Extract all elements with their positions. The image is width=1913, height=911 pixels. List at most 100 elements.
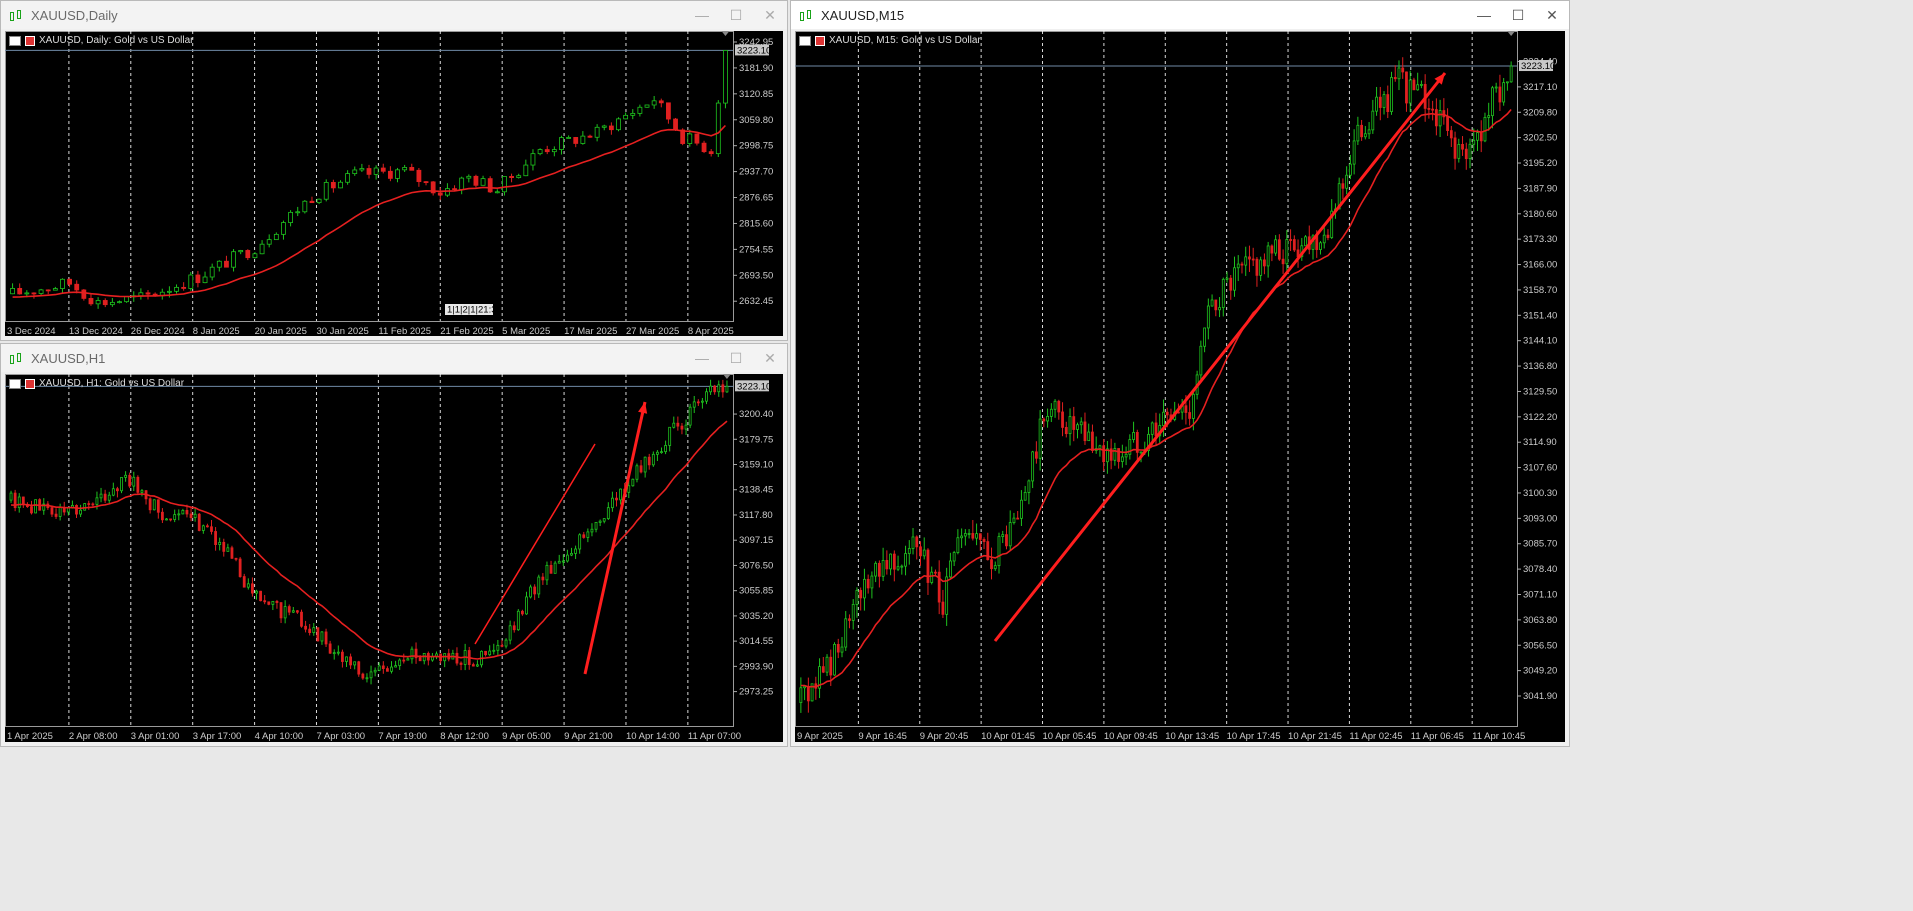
x-tick-label: 10 Apr 13:45 [1165,731,1219,742]
maximize-button[interactable]: ☐ [719,1,753,29]
candle [594,521,598,530]
candle [551,149,557,153]
maximize-button[interactable]: ☐ [1501,1,1535,29]
candle [709,385,712,393]
candle [109,301,115,306]
candle [165,518,168,521]
candle [1491,87,1494,117]
candle [1412,79,1416,91]
candle [836,644,840,653]
candle [99,493,103,499]
candle [283,606,287,619]
candle [848,618,851,621]
candle [631,478,635,487]
m15-window-titlebar[interactable]: XAUUSD,M15 — ☐ ✕ [791,1,1569,29]
candle [1098,445,1102,449]
x-tick-label: 10 Apr 05:45 [1043,731,1097,742]
close-button[interactable]: ✕ [1535,1,1569,29]
daily-window-titlebar[interactable]: XAUUSD,Daily — ☐ ✕ [1,1,787,29]
candle [398,659,402,667]
y-tick-label: 3014.55 [739,636,773,647]
candle [281,222,286,235]
candle [1162,411,1165,426]
candle [494,191,500,194]
minimize-button[interactable]: — [1467,1,1501,29]
candle [1367,129,1371,135]
y-tick-label: 3055.85 [739,586,773,597]
candle [161,511,164,521]
candle [1401,67,1405,73]
candle [694,133,700,144]
x-tick-label: 8 Apr 12:00 [440,731,489,742]
x-tick-label: 3 Apr 17:00 [193,731,242,742]
candle [559,137,564,150]
candle [210,526,213,532]
symbol-label-text: XAUUSD, M15: Gold vs US Dollar [829,35,981,46]
candle [79,509,82,515]
candle [1120,456,1124,462]
candle [1229,277,1233,291]
x-tick-label: 30 Jan 2025 [316,326,368,336]
candle [1034,451,1038,459]
maximize-button[interactable]: ☐ [719,344,753,372]
candle [1420,84,1423,86]
candle [1053,400,1057,410]
candle [300,611,303,627]
candle [500,644,504,647]
candle [537,149,543,155]
minimize-button[interactable]: — [685,344,719,372]
candle [1509,65,1513,83]
candle [1416,84,1420,91]
price-tag: 3223.10 [1521,61,1555,72]
candle [840,646,844,653]
daily-chart[interactable]: 3 Dec 2024 13 Dec 2024 26 Dec 2024 8 Jan 20… [5,31,783,336]
candle [395,169,400,179]
candle [658,100,664,104]
candle [544,149,550,153]
candle [201,525,205,531]
candle [664,445,667,453]
candle [402,659,406,662]
daily-chart-window[interactable]: XAUUSD,Daily — ☐ ✕ 3 Dec 2024 13 Dec 2024… [0,0,788,341]
y-tick-label: 3200.40 [739,409,773,420]
h1-window-titlebar[interactable]: XAUUSD,H1 — ☐ ✕ [1,344,787,372]
candle [357,661,361,675]
daily-chart-area[interactable]: 3 Dec 2024 13 Dec 2024 26 Dec 2024 8 Jan 20… [5,31,783,336]
candle [978,533,982,540]
candle [922,549,926,557]
m15-chart[interactable]: 9 Apr 2025 9 Apr 16:45 9 Apr 20:45 10 Apr 0… [795,31,1565,742]
close-button[interactable]: ✕ [753,344,787,372]
candle [1483,117,1487,142]
candle [1259,259,1263,276]
candle [855,590,859,605]
y-tick-label: 3041.90 [1523,691,1557,702]
h1-chart-window[interactable]: XAUUSD,H1 — ☐ ✕ 1 Apr 2025 2 Apr 08:00 3 A… [0,343,788,747]
m15-chart-area[interactable]: 9 Apr 2025 9 Apr 16:45 9 Apr 20:45 10 Apr 0… [795,31,1565,742]
candle [140,490,144,493]
h1-chart-area[interactable]: 1 Apr 2025 2 Apr 08:00 3 Apr 01:00 3 Apr 17… [5,374,783,742]
candle [88,298,94,305]
candle [990,559,993,570]
candle [647,456,651,466]
candle [851,604,855,621]
m15-chart-window[interactable]: XAUUSD,M15 — ☐ ✕ 9 Apr 2025 9 Apr 16:45 9 … [790,0,1570,747]
candle [509,176,514,178]
y-tick-label: 2973.25 [739,687,773,698]
candle [476,664,479,667]
candle [799,687,803,704]
candle [316,198,322,204]
x-tick-label: 10 Apr 21:45 [1288,731,1342,742]
candle [304,625,307,630]
h1-chart[interactable]: 1 Apr 2025 2 Apr 08:00 3 Apr 01:00 3 Apr 17… [5,374,783,742]
candle [919,546,922,557]
candle [637,106,643,114]
candle [111,488,115,496]
close-button[interactable]: ✕ [753,1,787,29]
x-tick-label: 9 Apr 05:00 [502,731,551,742]
minimize-button[interactable]: — [685,1,719,29]
candle [885,560,889,570]
y-tick-label: 3059.80 [739,115,773,126]
candle [251,583,254,594]
y-tick-label: 3129.50 [1523,386,1557,397]
candle [188,274,194,289]
